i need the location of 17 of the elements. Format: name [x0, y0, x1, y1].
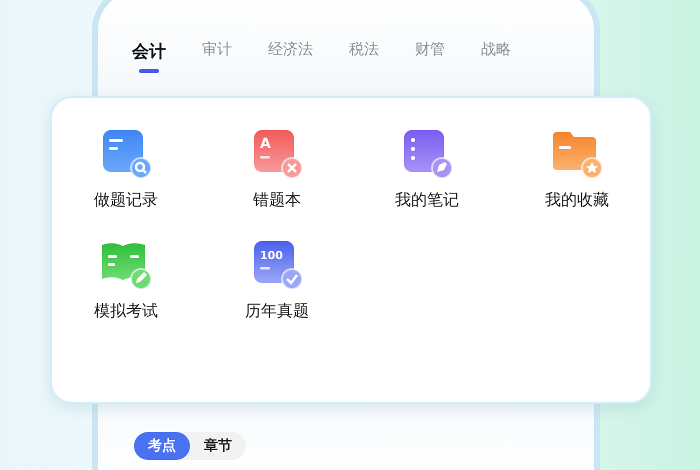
- subject-tab[interactable]: 会计: [132, 40, 166, 73]
- wrong-answer-book-icon: [254, 130, 303, 179]
- tool-shortcut[interactable]: 我的笔记: [352, 126, 502, 211]
- tool-shortcut[interactable]: 100 历年真题: [202, 237, 352, 322]
- tool-shortcut[interactable]: 我的收藏: [502, 126, 652, 211]
- search-document-icon: [103, 130, 152, 179]
- icon-label: 100: [260, 249, 283, 262]
- filter-chip[interactable]: 章节: [190, 432, 246, 460]
- tool-shortcut[interactable]: 模拟考试: [50, 237, 202, 322]
- icon-label: A: [260, 136, 271, 152]
- folder-star-icon: [553, 132, 603, 179]
- filter-chip[interactable]: 考点: [134, 432, 190, 460]
- tool-shortcut[interactable]: A 错题本: [202, 126, 352, 211]
- notebook-pen-icon: [404, 130, 453, 179]
- score-check-icon: [254, 241, 303, 290]
- tool-shortcut[interactable]: 做题记录: [50, 126, 202, 211]
- open-book-pen-icon: [102, 243, 152, 290]
